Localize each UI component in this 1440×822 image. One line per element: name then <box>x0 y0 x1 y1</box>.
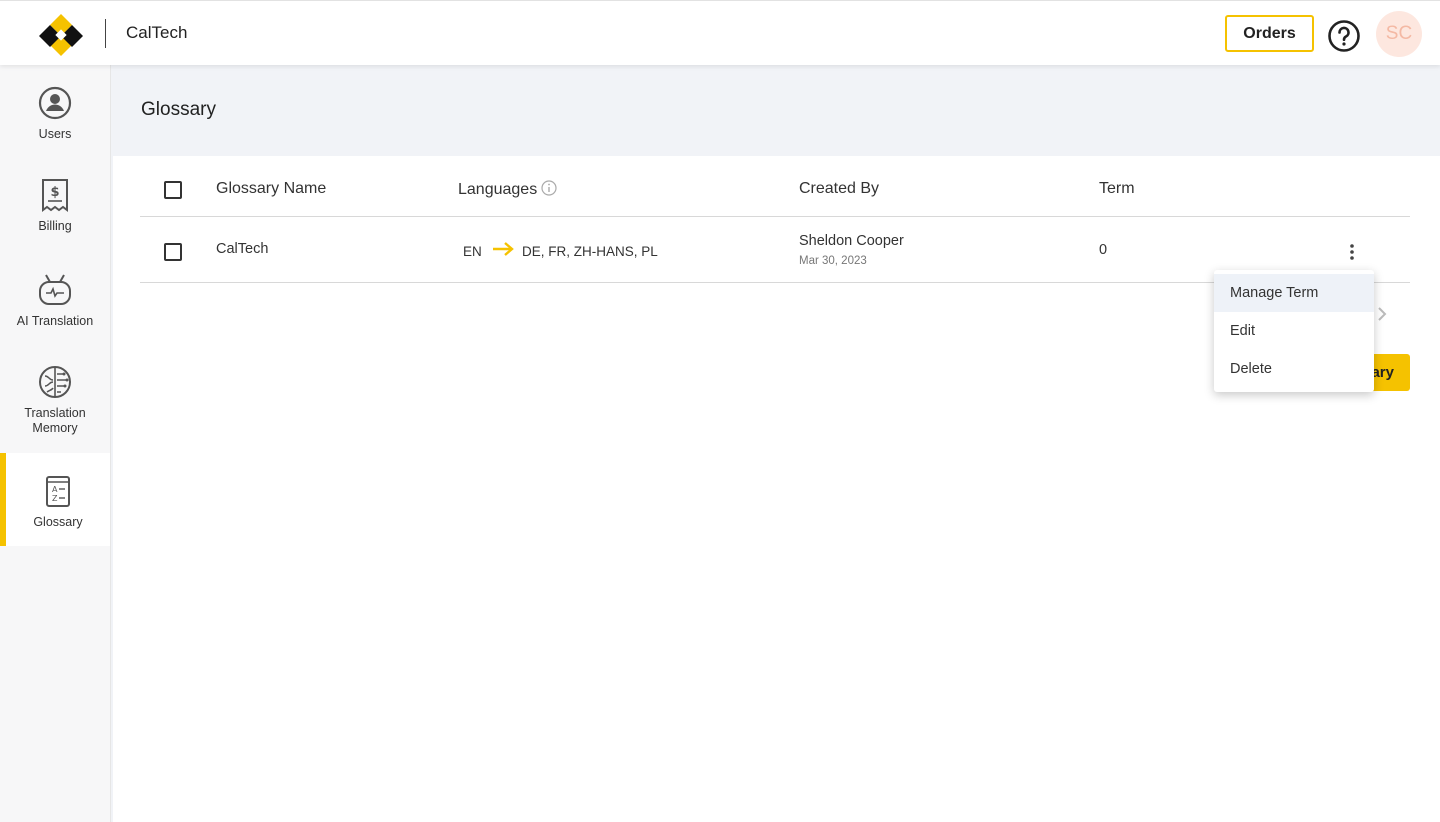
logo-icon[interactable] <box>38 12 84 58</box>
brand-divider <box>105 19 106 48</box>
menu-item-manage-term[interactable]: Manage Term <box>1214 274 1374 312</box>
column-header-languages[interactable]: Languages <box>458 180 557 199</box>
help-icon[interactable] <box>1327 19 1361 53</box>
glossary-table: Glossary Name Languages Created By Term … <box>140 156 1410 283</box>
sidebar-item-users[interactable]: Users <box>0 85 110 165</box>
row-context-menu: Manage Term Edit Delete <box>1214 270 1374 392</box>
info-icon[interactable] <box>541 180 557 196</box>
orders-button[interactable]: Orders <box>1225 15 1314 52</box>
target-languages: DE, FR, ZH-HANS, PL <box>522 244 658 259</box>
column-header-term[interactable]: Term <box>1099 180 1135 198</box>
created-date: Mar 30, 2023 <box>799 255 867 267</box>
user-circle-icon <box>38 86 72 120</box>
column-header-label: Languages <box>458 181 538 198</box>
svg-text:A: A <box>52 485 58 494</box>
brain-icon <box>39 366 71 398</box>
sidebar: Users $ Billing AI Translation Translati… <box>0 65 111 822</box>
top-bar: CalTech Orders SC <box>0 0 1440 65</box>
glossary-book-icon: A Z <box>46 476 70 507</box>
sidebar-item-translation-memory[interactable]: Translation Memory <box>0 364 110 454</box>
svg-text:$: $ <box>50 185 59 200</box>
row-checkbox[interactable] <box>164 243 182 261</box>
sidebar-item-label: Glossary <box>33 515 83 529</box>
sidebar-item-label: Translation Memory <box>24 406 86 435</box>
column-header-created-by[interactable]: Created By <box>799 180 879 198</box>
sidebar-item-billing[interactable]: $ Billing <box>0 177 110 257</box>
arrow-right-icon <box>493 242 514 256</box>
sidebar-item-ai-translation[interactable]: AI Translation <box>0 272 110 352</box>
robot-icon <box>39 274 71 305</box>
creator-name: Sheldon Cooper <box>799 233 904 249</box>
source-language: EN <box>463 244 482 259</box>
next-page-icon[interactable] <box>1375 306 1389 322</box>
glossary-panel: Glossary Name Languages Created By Term … <box>113 156 1440 822</box>
glossary-name[interactable]: CalTech <box>216 241 268 257</box>
sidebar-item-label: AI Translation <box>16 314 94 328</box>
menu-item-delete[interactable]: Delete <box>1214 350 1374 388</box>
page-title: Glossary <box>141 99 216 120</box>
sidebar-item-glossary[interactable]: A Z Glossary <box>0 453 110 546</box>
table-header: Glossary Name Languages Created By Term <box>140 156 1410 217</box>
column-header-name[interactable]: Glossary Name <box>216 180 326 198</box>
receipt-dollar-icon: $ <box>42 179 68 212</box>
avatar[interactable]: SC <box>1376 11 1422 57</box>
sidebar-item-label: Billing <box>38 219 72 233</box>
select-all-checkbox[interactable] <box>164 181 182 199</box>
svg-text:Z: Z <box>52 494 58 503</box>
menu-item-edit[interactable]: Edit <box>1214 312 1374 350</box>
sidebar-item-label: Users <box>38 127 72 141</box>
more-options-icon[interactable] <box>1342 242 1362 262</box>
brand-name: CalTech <box>126 23 188 42</box>
term-count: 0 <box>1099 242 1108 258</box>
